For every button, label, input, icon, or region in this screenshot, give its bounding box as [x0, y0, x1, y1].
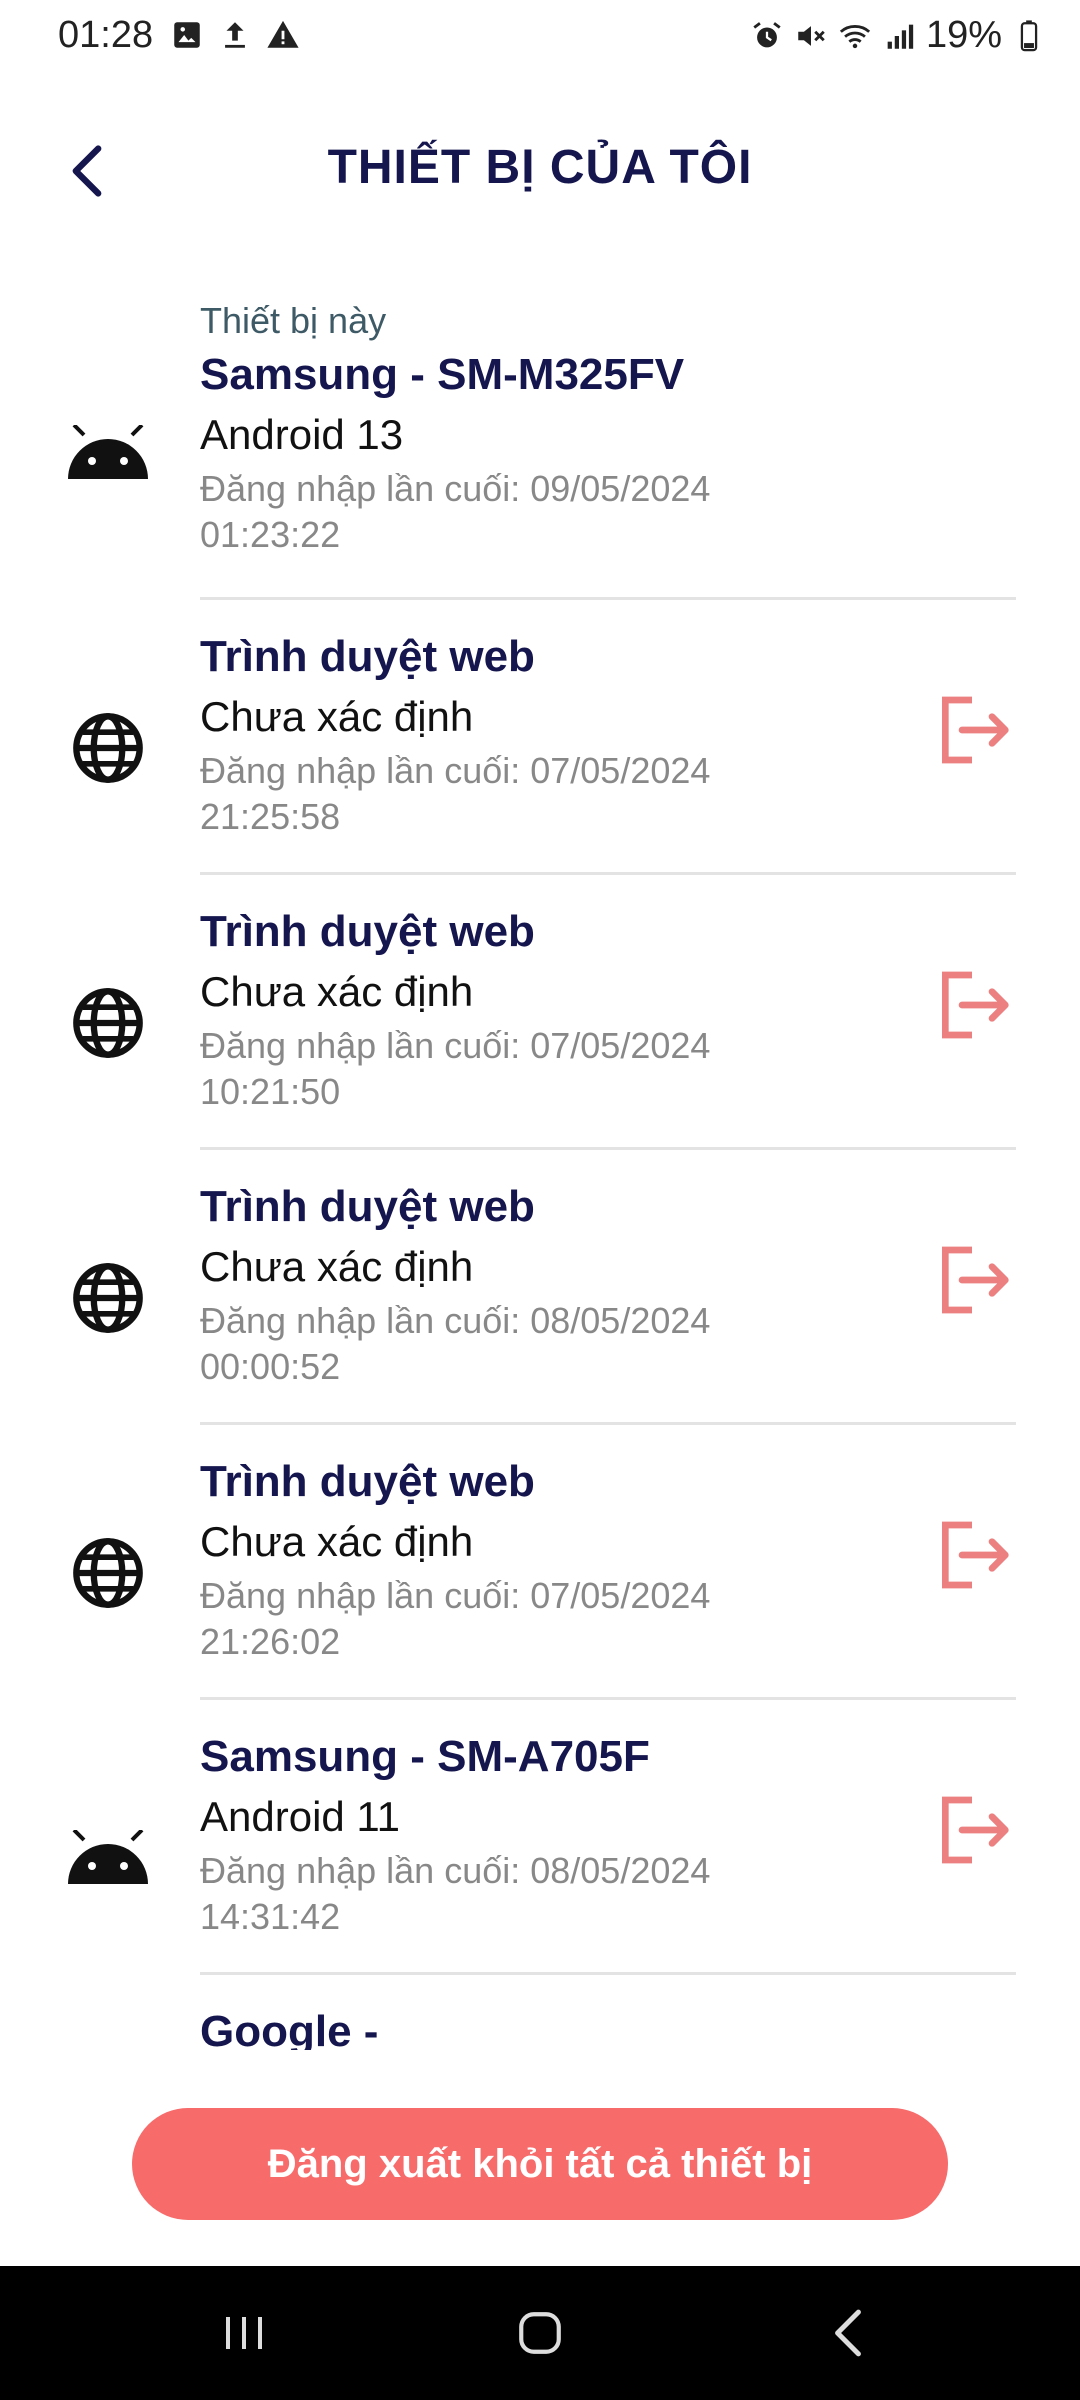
device-item: Google -: [0, 1975, 1080, 2050]
device-name: Google -: [200, 2007, 379, 2050]
device-name: Trình duyệt web: [200, 907, 535, 956]
recent-apps-icon: [226, 2317, 262, 2349]
device-item: Trình duyệt web Chưa xác định Đăng nhập …: [0, 1425, 1080, 1700]
logout-all-button[interactable]: Đăng xuất khỏi tất cả thiết bị: [132, 2108, 948, 2220]
battery-icon: [1020, 19, 1038, 51]
logout-icon[interactable]: [932, 965, 1012, 1045]
device-last-login: Đăng nhập lần cuối: 07/05/2024 10:21:50: [200, 1025, 711, 1112]
status-time: 01:28: [58, 14, 154, 56]
device-os: Chưa xác định: [200, 1518, 474, 1565]
device-name: Samsung - SM-A705F: [200, 1732, 650, 1781]
header: THIẾT BỊ CỦA TÔI: [0, 110, 1080, 230]
status-bar: 01:28 19%: [0, 0, 1080, 80]
logout-icon[interactable]: [932, 1240, 1012, 1320]
page-title: THIẾT BỊ CỦA TÔI: [327, 141, 753, 194]
globe-icon: [72, 712, 143, 783]
nav-bar: [0, 2266, 1080, 2400]
globe-icon: [72, 1262, 143, 1333]
home-icon: [519, 2312, 561, 2354]
device-last-login: Đăng nhập lần cuối: 07/05/2024 21:25:58: [200, 750, 711, 837]
device-os: Chưa xác định: [200, 968, 474, 1015]
logout-icon[interactable]: [932, 1790, 1012, 1870]
device-item: Trình duyệt web Chưa xác định Đăng nhập …: [0, 1150, 1080, 1425]
device-item: Samsung - SM-A705F Android 11 Đăng nhập …: [0, 1700, 1080, 1975]
alarm-icon: [753, 21, 781, 47]
battery-percent: 19%: [925, 14, 1002, 56]
device-subhead: Thiết bị này: [200, 300, 387, 341]
upload-icon: [225, 22, 245, 48]
device-last-login: Đăng nhập lần cuối: 07/05/2024 21:26:02: [200, 1575, 711, 1662]
device-item: Trình duyệt web Chưa xác định Đăng nhập …: [0, 875, 1080, 1150]
android-icon: [67, 424, 148, 479]
device-os: Chưa xác định: [200, 1243, 474, 1290]
globe-icon: [72, 1537, 143, 1608]
device-list[interactable]: Thiết bị này Samsung - SM-M325FV Android…: [0, 290, 1080, 2050]
device-name: Trình duyệt web: [200, 1182, 535, 1231]
globe-icon: [72, 987, 143, 1058]
device-os: Android 13: [200, 411, 404, 458]
device-item: Trình duyệt web Chưa xác định Đăng nhập …: [0, 600, 1080, 875]
device-name: Trình duyệt web: [200, 632, 535, 681]
device-item-current: Thiết bị này Samsung - SM-M325FV Android…: [0, 290, 1080, 600]
logout-icon[interactable]: [932, 690, 1012, 770]
device-last-login: Đăng nhập lần cuối: 08/05/2024 14:31:42: [200, 1850, 711, 1937]
logout-icon[interactable]: [932, 1515, 1012, 1595]
device-os: Android 11: [200, 1793, 401, 1840]
signal-icon: [887, 24, 914, 49]
device-last-login: Đăng nhập lần cuối: 08/05/2024 00:00:52: [200, 1300, 711, 1387]
device-last-login: Đăng nhập lần cuối: 09/05/2024 01:23:22: [200, 468, 711, 555]
warning-icon: [267, 20, 299, 48]
wifi-icon: [839, 24, 871, 48]
device-name: Trình duyệt web: [200, 1457, 535, 1506]
back-icon: [835, 2309, 861, 2357]
android-icon: [67, 1829, 148, 1884]
image-icon: [174, 22, 200, 48]
device-os: Chưa xác định: [200, 693, 474, 740]
system-back-button[interactable]: [808, 2298, 888, 2368]
recent-apps-button[interactable]: [204, 2298, 284, 2368]
device-name: Samsung - SM-M325FV: [200, 350, 685, 399]
home-button[interactable]: [500, 2298, 580, 2368]
mute-icon: [798, 25, 825, 46]
